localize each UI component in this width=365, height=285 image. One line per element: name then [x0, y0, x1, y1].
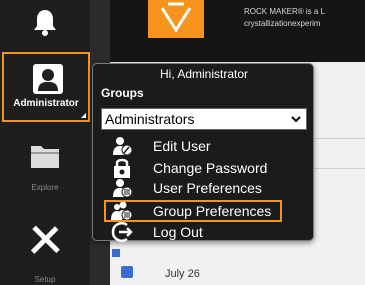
- sidebar-item-label: Setup: [34, 275, 56, 284]
- greeting: Hi, Administrator: [159, 67, 249, 81]
- group-select[interactable]: Administrators: [101, 108, 307, 130]
- groups-label: Groups: [101, 86, 144, 100]
- banner-text-line1: ROCK MAKER® is a L: [244, 7, 326, 16]
- menu-item-label: User Preferences: [153, 180, 262, 196]
- tools-icon[interactable]: [0, 222, 90, 256]
- status-marker: [112, 249, 120, 257]
- chevron-down-icon: [291, 116, 301, 123]
- folder-icon[interactable]: [0, 138, 90, 172]
- dropdown-corner-icon: [81, 113, 86, 118]
- user-preferences-icon: [113, 179, 133, 198]
- menu-item-edit-user[interactable]: Edit User: [93, 136, 315, 156]
- banner-text-line2: crystallizationexperim: [244, 19, 321, 28]
- menu-item-change-password[interactable]: Change Password: [93, 158, 315, 178]
- rock-maker-logo: [148, 0, 204, 38]
- sidebar-item-label: Explore: [31, 183, 59, 192]
- banner-text: ROCK MAKER® is a L crystallizationexperi…: [244, 6, 325, 30]
- menu-item-log-out[interactable]: Log Out: [93, 222, 315, 242]
- calendar-icon: [121, 266, 133, 278]
- date-label: July 26: [165, 268, 200, 280]
- lock-icon: [114, 158, 130, 178]
- bell-icon[interactable]: [0, 8, 90, 36]
- highlight-box: [104, 200, 282, 222]
- user-icon: [33, 64, 63, 94]
- menu-item-label: Log Out: [153, 224, 203, 240]
- edit-user-icon: [113, 137, 133, 156]
- logout-icon: [111, 222, 133, 242]
- user-menu-popup: Hi, Administrator Groups Administrators …: [92, 63, 315, 242]
- sidebar: Administrator Explore Setup: [0, 0, 90, 285]
- app-window: Administrator Explore Setup ROCK MAKER® …: [0, 0, 365, 285]
- menu-item-label: Change Password: [153, 160, 268, 176]
- menu-item-label: Edit User: [153, 138, 211, 154]
- sidebar-item-label: Administrator: [13, 98, 79, 109]
- sidebar-item-administrator[interactable]: Administrator: [2, 52, 90, 122]
- group-select-value: Administrators: [105, 111, 195, 127]
- menu-item-user-preferences[interactable]: User Preferences: [93, 178, 315, 198]
